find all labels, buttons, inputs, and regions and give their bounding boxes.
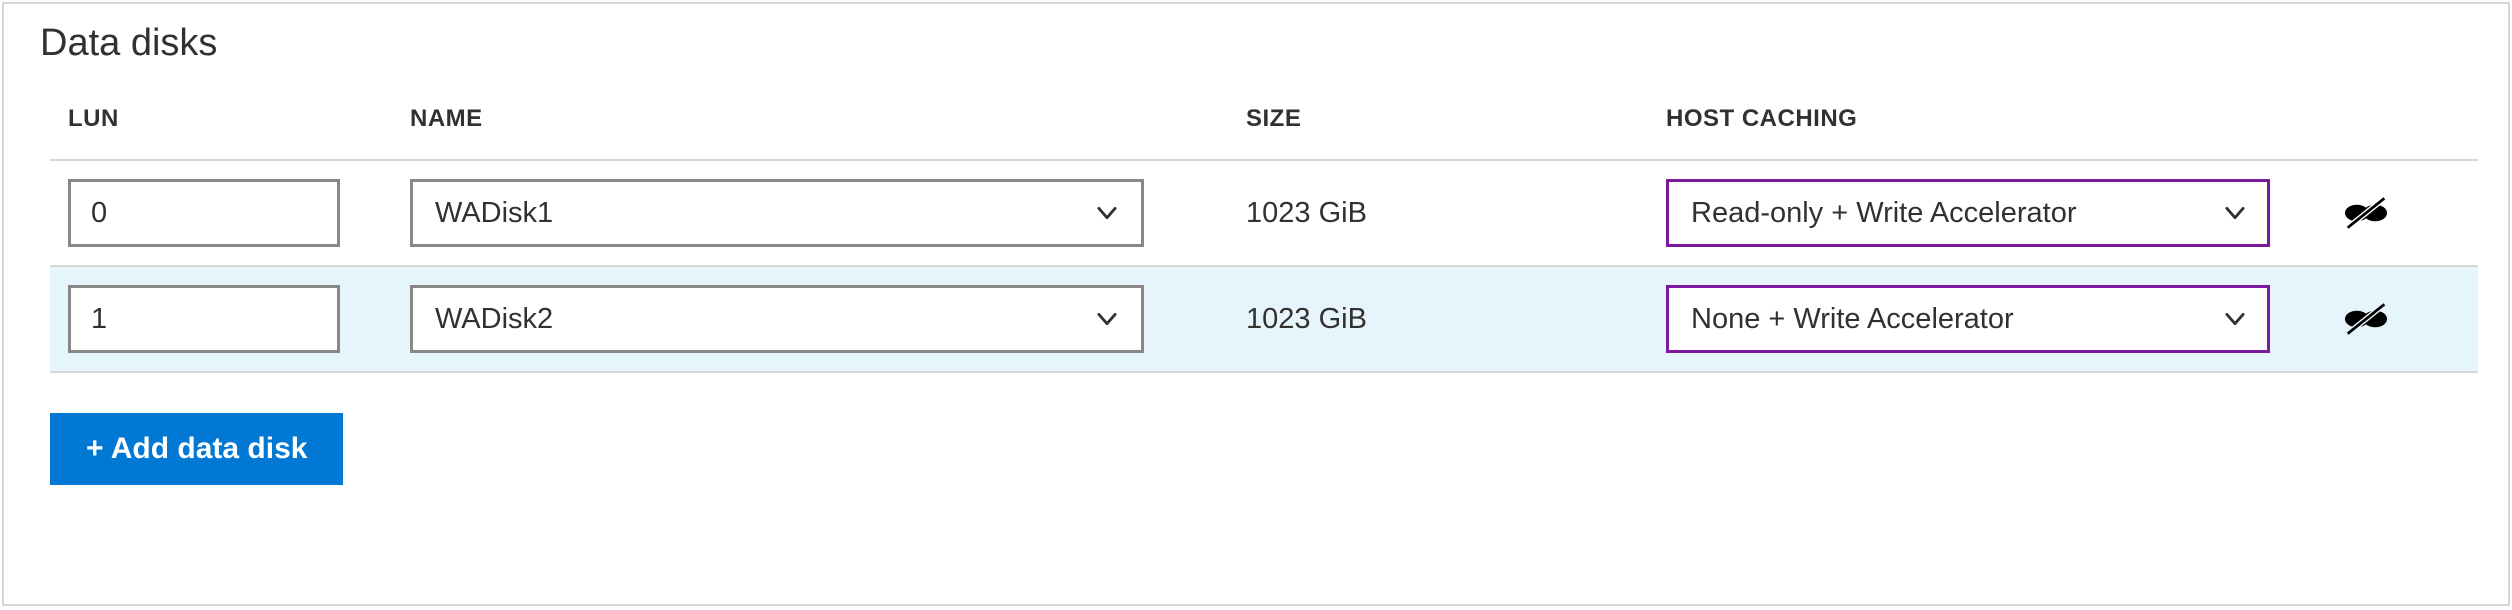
cell-lun — [68, 285, 410, 353]
cell-lun — [68, 179, 410, 247]
chevron-down-icon — [2221, 305, 2249, 333]
cell-name: WADisk2 — [410, 285, 1246, 353]
size-text: 1023 GiB — [1246, 303, 1367, 335]
add-data-disk-button[interactable]: + Add data disk — [50, 413, 343, 485]
header-lun: LUN — [68, 105, 410, 133]
chevron-down-icon — [2221, 199, 2249, 227]
table-header-row: LUN NAME SIZE HOST CACHING — [50, 105, 2478, 161]
header-size: SIZE — [1246, 105, 1666, 133]
lun-input[interactable] — [68, 179, 340, 247]
name-select[interactable]: WADisk2 — [410, 285, 1144, 353]
section-title: Data disks — [40, 22, 2478, 65]
cell-action — [2306, 191, 2426, 235]
size-text: 1023 GiB — [1246, 197, 1367, 229]
write-accelerator-icon[interactable] — [2344, 297, 2388, 341]
name-select[interactable]: WADisk1 — [410, 179, 1144, 247]
data-disks-table: LUN NAME SIZE HOST CACHING WADisk1 1023 … — [50, 105, 2478, 373]
cell-host-caching: Read-only + Write Accelerator — [1666, 179, 2306, 247]
host-caching-value: Read-only + Write Accelerator — [1691, 197, 2077, 230]
chevron-down-icon — [1093, 305, 1121, 333]
cell-host-caching: None + Write Accelerator — [1666, 285, 2306, 353]
write-accelerator-icon[interactable] — [2344, 191, 2388, 235]
host-caching-select[interactable]: Read-only + Write Accelerator — [1666, 179, 2270, 247]
table-row: WADisk1 1023 GiB Read-only + Write Accel… — [50, 161, 2478, 267]
cell-name: WADisk1 — [410, 179, 1246, 247]
header-host-caching: HOST CACHING — [1666, 105, 2306, 133]
host-caching-select[interactable]: None + Write Accelerator — [1666, 285, 2270, 353]
lun-input[interactable] — [68, 285, 340, 353]
cell-action — [2306, 297, 2426, 341]
table-row: WADisk2 1023 GiB None + Write Accelerato… — [50, 267, 2478, 373]
name-select-value: WADisk1 — [435, 197, 553, 230]
cell-size: 1023 GiB — [1246, 197, 1666, 230]
cell-size: 1023 GiB — [1246, 303, 1666, 336]
host-caching-value: None + Write Accelerator — [1691, 303, 2014, 336]
header-name: NAME — [410, 105, 1246, 133]
data-disks-panel: Data disks LUN NAME SIZE HOST CACHING WA… — [2, 2, 2510, 606]
chevron-down-icon — [1093, 199, 1121, 227]
name-select-value: WADisk2 — [435, 303, 553, 336]
